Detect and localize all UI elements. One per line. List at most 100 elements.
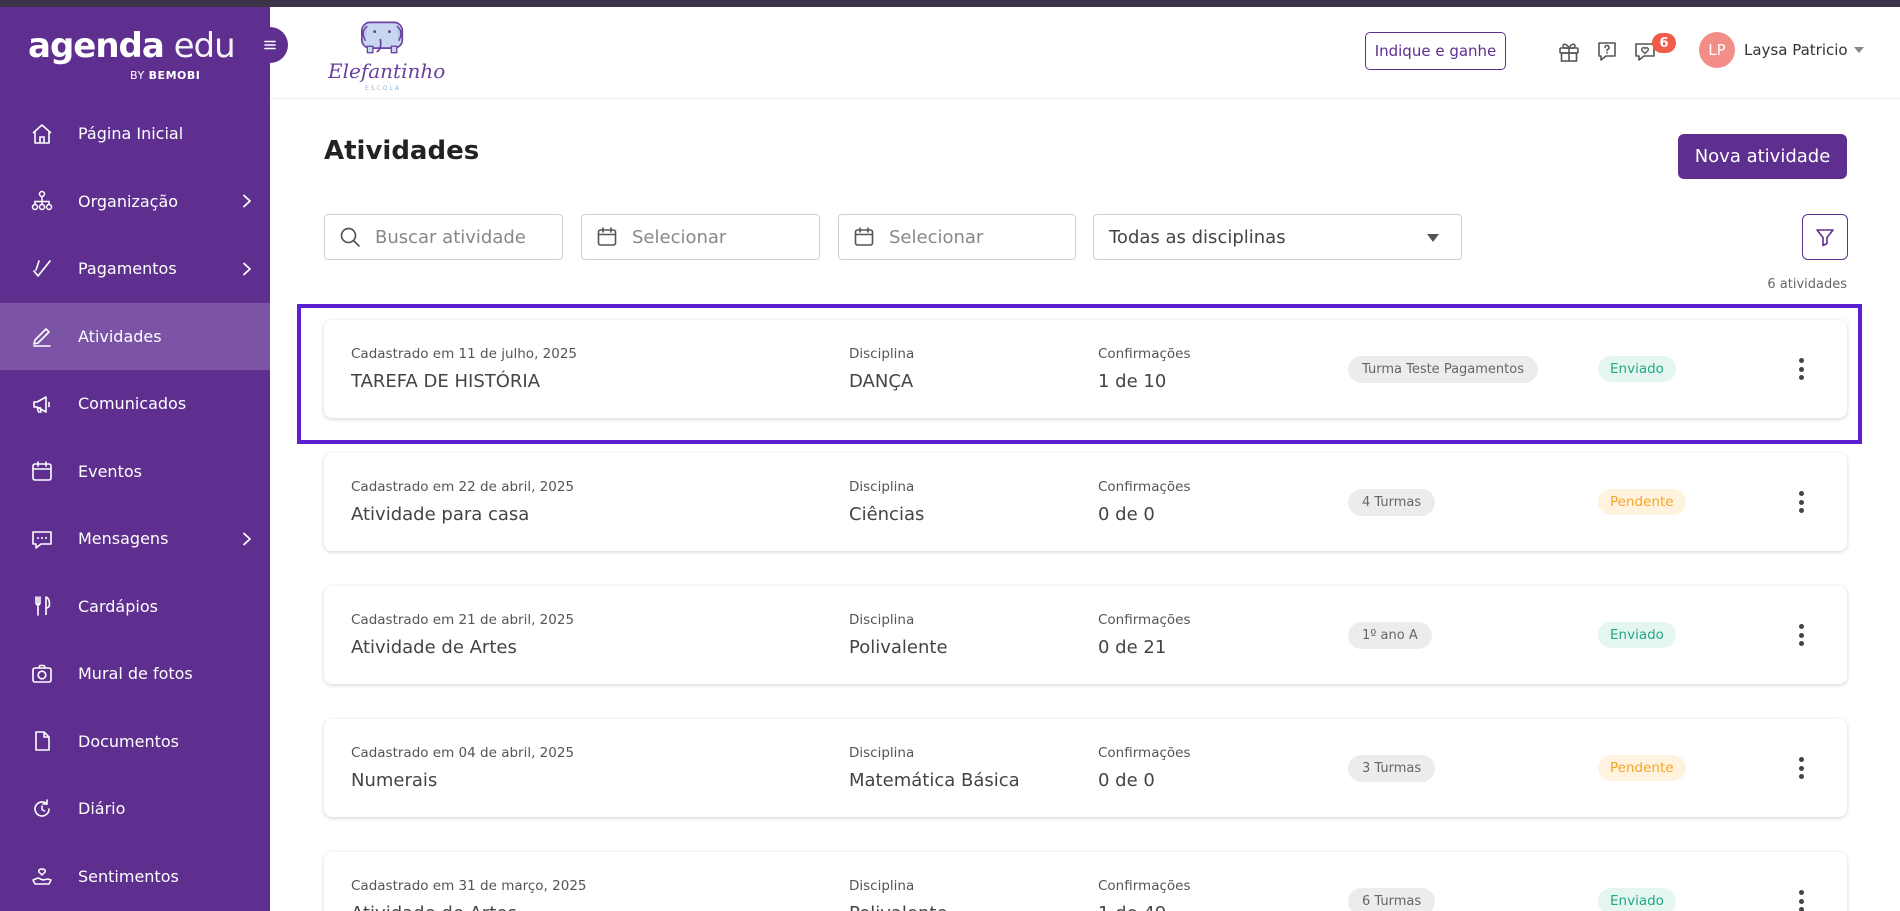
confirmations-label: Confirmações (1098, 745, 1191, 761)
sidebar-item-mural-de-fotos[interactable]: Mural de fotos (0, 640, 270, 708)
caret-down-icon (1427, 234, 1439, 242)
sidebar-item-sentimentos[interactable]: Sentimentos (0, 843, 270, 911)
payments-icon (30, 257, 54, 281)
discipline-select[interactable]: Todas as disciplinas (1093, 214, 1462, 260)
activity-card[interactable]: Cadastrado em 11 de julho, 2025 TAREFA DE… (324, 320, 1847, 418)
sidebar-collapse-button[interactable] (252, 27, 288, 63)
sidebar-nav: Página Inicial Organização Pagamentos Ativi… (0, 100, 270, 910)
activity-card[interactable]: Cadastrado em 22 de abril, 2025 Atividade… (324, 453, 1847, 551)
activity-classes-chip: Turma Teste Pagamentos (1348, 356, 1538, 383)
more-options-icon[interactable] (1795, 887, 1807, 911)
sidebar-item-atividades[interactable]: Atividades (0, 302, 270, 370)
gift-icon (1559, 43, 1579, 62)
activity-card[interactable]: Cadastrado em 04 de abril, 2025 Numerais D… (324, 719, 1847, 817)
activity-discipline: Polivalente (849, 903, 948, 911)
more-options-icon[interactable] (1795, 488, 1807, 516)
discipline-label: Disciplina (849, 878, 915, 894)
more-options-icon[interactable] (1795, 754, 1807, 782)
sidebar-item-label: Organização (78, 191, 179, 211)
sidebar-item-label: Atividades (78, 326, 162, 346)
help-icon (1598, 42, 1616, 61)
activity-classes-chip: 4 Turmas (1348, 489, 1436, 516)
document-icon (30, 729, 54, 753)
date-start-input[interactable]: Selecionar (632, 227, 726, 248)
gift-button[interactable] (1556, 38, 1582, 64)
elephant-icon (361, 21, 404, 54)
search-icon (340, 227, 360, 247)
sidebar-item-label: Pagamentos (78, 259, 177, 279)
hamburger-icon (264, 40, 276, 50)
activity-discipline: Ciências (849, 504, 925, 525)
calendar-icon (854, 227, 874, 246)
calendar-icon (597, 227, 617, 246)
chat-icon (30, 527, 54, 551)
sidebar-item-eventos[interactable]: Eventos (0, 438, 270, 506)
status-badge: Enviado (1598, 356, 1676, 382)
activity-registered-date: Cadastrado em 04 de abril, 2025 (351, 745, 575, 761)
sidebar-item-diario[interactable]: Diário (0, 775, 270, 843)
activity-title[interactable]: Atividade para casa (351, 504, 529, 525)
sidebar-item-documentos[interactable]: Documentos (0, 708, 270, 776)
activity-title[interactable]: Atividade de Artes (351, 637, 517, 658)
activity-registered-date: Cadastrado em 22 de abril, 2025 (351, 479, 575, 495)
more-options-icon[interactable] (1795, 621, 1807, 649)
search-field[interactable]: Buscar atividade (324, 214, 563, 260)
window-top-strip (0, 0, 1900, 7)
search-input[interactable]: Buscar atividade (375, 227, 526, 248)
organization-icon (30, 189, 54, 213)
nova-atividade-button[interactable]: Nova atividade (1678, 134, 1847, 179)
activity-title[interactable]: Numerais (351, 770, 437, 791)
indique-e-ganhe-button[interactable]: Indique e ganhe (1365, 32, 1506, 70)
school-name: Elefantinho (328, 59, 446, 83)
activity-registered-date: Cadastrado em 31 de março, 2025 (351, 878, 587, 894)
top-header: Elefantinho ESCOLA Indique e ganhe 6 LP … (270, 7, 1900, 99)
sidebar-item-cardapios[interactable]: Cardápios (0, 573, 270, 641)
user-name[interactable]: Laysa Patricio (1744, 41, 1848, 59)
date-end-field[interactable]: Selecionar (838, 214, 1076, 260)
brand-name: agenda edu (28, 26, 236, 66)
sidebar-item-label: Comunicados (78, 394, 187, 414)
school-sub: ESCOLA (364, 85, 402, 92)
date-end-input[interactable]: Selecionar (889, 227, 983, 248)
more-options-icon[interactable] (1795, 355, 1807, 383)
activity-confirmations: 0 de 21 (1098, 637, 1167, 658)
discipline-label: Disciplina (849, 745, 915, 761)
sidebar-item-label: Eventos (78, 461, 142, 481)
activity-discipline: Matemática Básica (849, 770, 1020, 791)
status-badge: Pendente (1598, 755, 1686, 781)
status-badge: Enviado (1598, 622, 1676, 648)
sidebar-item-pagamentos[interactable]: Pagamentos (0, 235, 270, 303)
activity-discipline: Polivalente (849, 637, 948, 658)
sidebar: agenda edu BY BEMOBI Página Inicial Organ… (0, 7, 270, 911)
chevron-right-icon (243, 532, 251, 546)
activity-confirmations: 0 de 0 (1098, 770, 1155, 791)
confirmations-label: Confirmações (1098, 612, 1191, 628)
brand-logo[interactable]: agenda edu BY BEMOBI (28, 26, 236, 82)
date-start-field[interactable]: Selecionar (581, 214, 820, 260)
megaphone-icon (30, 392, 54, 416)
diary-icon (30, 797, 54, 821)
activity-confirmations: 1 de 10 (1098, 371, 1167, 392)
sidebar-item-pagina-inicial[interactable]: Página Inicial (0, 100, 270, 168)
sidebar-item-organizacao[interactable]: Organização (0, 168, 270, 236)
sidebar-item-label: Cardápios (78, 596, 158, 616)
filter-button[interactable] (1802, 214, 1848, 260)
feelings-icon (30, 864, 54, 888)
user-avatar[interactable]: LP (1699, 32, 1735, 68)
sidebar-item-label: Sentimentos (78, 866, 179, 886)
activity-registered-date: Cadastrado em 21 de abril, 2025 (351, 612, 575, 628)
activity-card[interactable]: Cadastrado em 21 de abril, 2025 Atividade… (324, 586, 1847, 684)
activity-title[interactable]: TAREFA DE HISTÓRIA (351, 371, 540, 392)
user-menu-caret-icon[interactable] (1854, 47, 1864, 53)
sidebar-item-comunicados[interactable]: Comunicados (0, 370, 270, 438)
status-badge: Enviado (1598, 888, 1676, 911)
activity-title[interactable]: Atividade de Artes (351, 903, 517, 911)
confirmations-label: Confirmações (1098, 878, 1191, 894)
sidebar-item-label: Mensagens (78, 529, 169, 549)
activity-card[interactable]: Cadastrado em 31 de março, 2025 Atividade… (324, 852, 1847, 911)
home-icon (30, 122, 54, 146)
school-logo[interactable]: Elefantinho ESCOLA (328, 15, 446, 95)
help-button[interactable] (1594, 38, 1620, 64)
sidebar-item-mensagens[interactable]: Mensagens (0, 505, 270, 573)
sidebar-item-label: Diário (78, 799, 126, 819)
